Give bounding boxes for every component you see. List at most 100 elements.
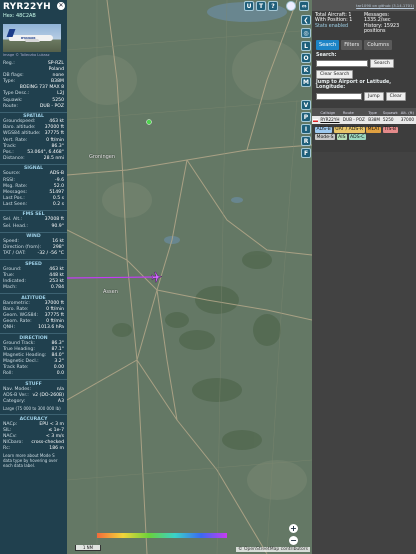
table-row[interactable]: RYR22YH DUB - POZ B38M 5250 37000: [312, 116, 416, 124]
help-button[interactable]: ?: [268, 1, 278, 11]
aircraft-info-panel: RYR22YH Hex: 48C2AB ✕ RYANAIR Image © To…: [0, 0, 67, 554]
tab-search[interactable]: Search: [316, 39, 340, 50]
stuff-label: Category:: [3, 399, 26, 405]
sidebar-toggle-icon[interactable]: ⇔: [299, 1, 309, 11]
column-route[interactable]: Route: [341, 108, 368, 117]
signal-label: Last Seen:: [3, 201, 28, 207]
control-t-button[interactable]: T: [256, 1, 266, 11]
column-callsign[interactable]: Callsign: [319, 108, 342, 117]
signal-row: Last Seen: 0.2 s: [0, 202, 67, 208]
map-scale: 1 NM: [75, 545, 101, 551]
control-m-button[interactable]: M: [301, 77, 311, 87]
aircraft-photo-lettering: RYANAIR: [21, 35, 36, 40]
fms-value: 90.9°: [51, 223, 64, 229]
search-button[interactable]: Search: [370, 59, 394, 69]
fms-info: Sel. Alt.: 37008 ft Sel. Head.: 90.9°: [0, 217, 67, 229]
filter-chip-uat-ads-r[interactable]: UAT / ADS-R: [333, 126, 365, 133]
aircraft-hex: Hex: 48C2AB: [3, 13, 36, 19]
aircraft-header: RYR22YH Hex: 48C2AB ✕: [0, 0, 67, 19]
signal-value: 0.2 s: [52, 201, 64, 207]
jump-input[interactable]: [316, 92, 362, 100]
column-altitude[interactable]: Alt. (ft): [399, 108, 416, 117]
footer-note: Learn more about Mode S data type by hov…: [3, 453, 58, 469]
panel-tabs: Search Filters Columns: [312, 37, 416, 50]
spatial-row: Distance: 28.5 nmi: [0, 156, 67, 162]
direction-value: 0.0: [56, 371, 64, 377]
fms-label: Sel. Head.:: [3, 223, 28, 229]
control-k-button[interactable]: K: [301, 65, 311, 75]
control-f-button[interactable]: F: [301, 148, 311, 158]
altitude-info: Barometric: 37000 ft Baro. Rate: 0 ft/min Ge…: [0, 301, 67, 331]
row-altitude: 37000: [399, 116, 416, 124]
altitude-label: QNH:: [3, 325, 16, 331]
control-r-button[interactable]: R: [301, 136, 311, 146]
filter-chip-ais[interactable]: AIS: [336, 134, 348, 140]
aircraft-callsign[interactable]: RYR22YH: [3, 2, 64, 12]
photo-credit[interactable]: Image © Tolleczko Lukasz: [3, 53, 64, 57]
version-link[interactable]: tar1090 on github (3.14.1701): [356, 3, 414, 8]
column-squawk[interactable]: Squawk: [381, 108, 400, 117]
column-type[interactable]: Type: [367, 108, 382, 117]
accuracy-value: 186 m: [49, 446, 64, 451]
spatial-label: Distance:: [3, 155, 25, 161]
filter-chip-mode-s[interactable]: Mode-S: [315, 134, 336, 140]
zoom-out-button[interactable]: −: [289, 536, 298, 545]
center-icon[interactable]: ◎: [301, 28, 311, 38]
history-label: History: 15923 positions: [364, 23, 400, 35]
section-accuracy-title: ACCURACY: [0, 414, 67, 422]
jump-label: Jump to Airport or Latitude, Longitude:: [316, 80, 392, 91]
jump-button[interactable]: Jump: [364, 91, 384, 101]
search-block: Search: Search Clear Search Jump to Airp…: [312, 50, 416, 106]
stats-block: Total Aircraft: 1 With Position: 1 Stats…: [312, 11, 416, 37]
spatial-info: Groundspeed: 463 kt Baro. altitude: 37000 f…: [0, 119, 67, 162]
search-input[interactable]: [316, 60, 368, 68]
signal-info: Source: ADS-B RSSI: -9.6 Msg. Rate: 52.0 Messa…: [0, 171, 67, 208]
control-u-button[interactable]: U: [244, 1, 254, 11]
aircraft-photo[interactable]: RYANAIR: [3, 24, 61, 52]
map-canvas[interactable]: [67, 0, 312, 554]
basic-info: Reg.: SP-RZL Poland DB flags: none Type: B38M B…: [0, 61, 67, 110]
tab-filters[interactable]: Filters: [341, 39, 363, 50]
control-l-button[interactable]: L: [301, 41, 311, 51]
tab-columns[interactable]: Columns: [364, 39, 392, 50]
source-filters: ADS-B UAT / ADS-R MLAT TIS-B Mode-S AIS ADS-C: [312, 124, 416, 144]
section-stuff-title: STUFF: [0, 379, 67, 387]
direction-label: Roll:: [3, 371, 13, 377]
right-top-bar: tar1090 on github (3.14.1701): [312, 0, 416, 11]
control-o-button[interactable]: O: [301, 53, 311, 63]
map-view[interactable]: Groningen Assen U T ? ⇔ ❮ ◎ L O K M V P …: [67, 0, 312, 554]
spatial-value: 28.5 nmi: [43, 155, 64, 161]
stuff-value: A3: [57, 399, 64, 405]
altitude-legend-bar: [97, 533, 227, 538]
aircraft-table: Callsign Route Type Squawk Alt. (ft) RYR…: [312, 108, 416, 124]
row-route: DUB - POZ: [341, 116, 368, 124]
receiver-marker[interactable]: [146, 119, 152, 125]
clear-button[interactable]: Clear: [385, 91, 406, 101]
speed-info: Ground: 463 kt True: 448 kt Indicated: 253 kt…: [0, 267, 67, 291]
filter-chip-mlat[interactable]: MLAT: [366, 126, 382, 133]
row-callsign[interactable]: RYR22YH: [319, 116, 342, 124]
filter-chip-ads-b[interactable]: ADS-B: [315, 126, 333, 133]
basic-value: DUB - POZ: [39, 103, 64, 109]
wind-row: TAT / OAT: -32 / -56 °C: [0, 251, 67, 257]
section-direction-title: DIRECTION: [0, 333, 67, 341]
poland-flag-icon: [313, 118, 318, 122]
filter-chip-ads-c[interactable]: ADS-C: [348, 134, 366, 140]
wind-info: Speed: 16 kt Direction (from): 298° TAT / OA…: [0, 239, 67, 257]
map-attribution[interactable]: © OpenStreetMap contributors: [236, 547, 310, 552]
clear-search-button[interactable]: Clear Search: [316, 69, 354, 79]
speed-label: Mach:: [3, 285, 17, 291]
zoom-in-button[interactable]: +: [289, 524, 298, 533]
category-description: Large (75 000 to 300 000 lb): [3, 406, 61, 412]
section-altitude-title: ALTITUDE: [0, 293, 67, 301]
map-label-groningen: Groningen: [89, 154, 116, 160]
filter-chip-tis-b[interactable]: TIS-B: [382, 126, 398, 133]
search-label: Search:: [316, 52, 337, 58]
control-v-button[interactable]: V: [301, 100, 311, 110]
stats-enabled[interactable]: Stats enabled: [315, 24, 364, 29]
control-p-button[interactable]: P: [301, 112, 311, 122]
settings-gear-icon[interactable]: [286, 1, 296, 11]
collapse-chevron-icon[interactable]: ❮: [301, 15, 311, 25]
close-icon[interactable]: ✕: [57, 2, 65, 10]
control-i-button[interactable]: I: [301, 124, 311, 134]
